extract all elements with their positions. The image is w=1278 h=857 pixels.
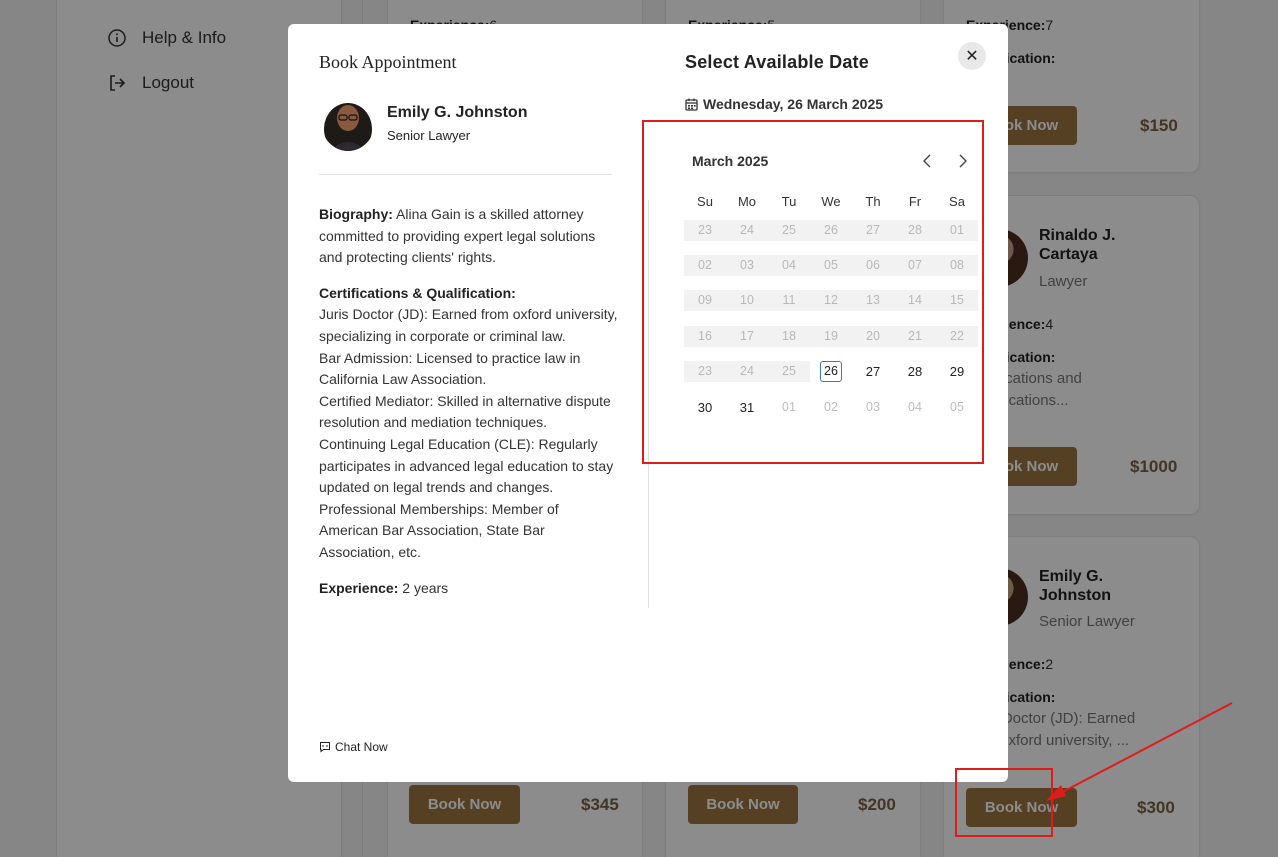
annotation-box — [955, 768, 1053, 837]
certifications: Certifications & Qualification: Juris Do… — [319, 284, 618, 560]
close-button[interactable]: ✕ — [958, 42, 986, 70]
lawyer-role: Senior Lawyer — [387, 128, 471, 143]
calendar-icon — [685, 98, 698, 111]
annotation-box — [642, 120, 984, 464]
biography: Biography: Alina Gain is a skilled attor… — [319, 206, 596, 266]
lawyer-name: Emily G. Johnston — [387, 104, 528, 121]
divider — [319, 174, 612, 175]
lawyer-avatar — [321, 93, 375, 151]
lawyer-details: Biography: Alina Gain is a skilled attor… — [319, 204, 619, 613]
chat-now-link[interactable]: Chat Now — [319, 740, 388, 754]
experience: Experience: 2 years — [319, 579, 449, 596]
chat-icon — [320, 742, 330, 753]
select-date-title: Select Available Date — [685, 52, 869, 72]
selected-date: Wednesday, 26 March 2025 — [685, 96, 883, 112]
modal-title: Book Appointment — [319, 52, 457, 72]
